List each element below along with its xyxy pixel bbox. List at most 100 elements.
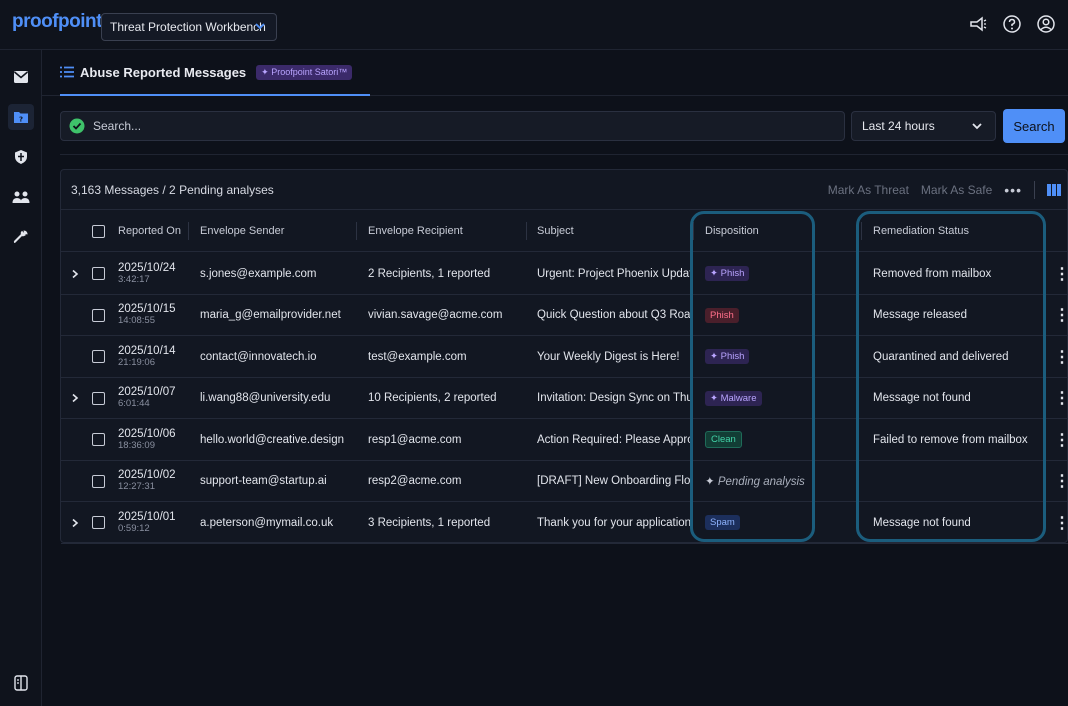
- search-placeholder: Search...: [93, 119, 142, 133]
- chevron-down-icon: [255, 23, 265, 30]
- disposition-cell: Phish: [705, 295, 739, 336]
- table-row[interactable]: 2025/10/24 3:42:17 s.jones@example.com 2 Re…: [61, 253, 1068, 295]
- envelope-recipient: test@example.com: [368, 350, 467, 363]
- workbench-label: Threat Protection Workbench: [110, 20, 266, 34]
- message-count-summary: 3,163 Messages / 2 Pending analyses: [71, 182, 274, 197]
- row-menu-icon[interactable]: ⋮: [1054, 502, 1068, 543]
- table-row[interactable]: 2025/10/14 21:19:06 contact@innovatech.io t…: [61, 336, 1068, 378]
- user-account-icon[interactable]: [1036, 14, 1056, 34]
- table-row[interactable]: 2025/10/15 14:08:55 maria_g@emailprovider.…: [61, 295, 1068, 336]
- reported-on-cell: 2025/10/07 6:01:44: [118, 378, 176, 419]
- more-actions-icon[interactable]: •••: [1004, 182, 1022, 198]
- disposition-badge: ✦ Malware: [705, 390, 762, 406]
- top-bar: proofpoint Threat Protection Workbench: [0, 0, 1068, 50]
- reported-on-cell: 2025/10/14 21:19:06: [118, 336, 176, 377]
- search-button[interactable]: Search: [1003, 109, 1065, 143]
- subject[interactable]: Thank you for your application: [537, 502, 691, 543]
- row-menu-icon[interactable]: ⋮: [1054, 253, 1068, 294]
- table-row[interactable]: 2025/10/02 12:27:31 support-team@startup.a…: [61, 461, 1068, 502]
- row-checkbox[interactable]: [92, 433, 105, 446]
- row-checkbox[interactable]: [92, 350, 105, 363]
- shield-icon[interactable]: [8, 144, 34, 170]
- svg-text:?: ?: [19, 116, 23, 124]
- reported-on-cell: 2025/10/02 12:27:31: [118, 461, 176, 502]
- disposition-cell: ✦ Malware: [705, 378, 762, 419]
- envelope-sender: s.jones@example.com: [200, 267, 317, 280]
- row-checkbox[interactable]: [92, 516, 105, 529]
- reported-date: 2025/10/24: [118, 261, 176, 274]
- table-row[interactable]: 2025/10/07 6:01:44 li.wang88@university.ed…: [61, 378, 1068, 419]
- envelope-recipient: 2 Recipients, 1 reported: [368, 267, 491, 280]
- mail-icon[interactable]: [8, 64, 34, 90]
- subject[interactable]: Quick Question about Q3 Road...: [537, 295, 691, 336]
- reported-date: 2025/10/02: [118, 469, 176, 481]
- envelope-sender: a.peterson@mymail.co.uk: [200, 516, 334, 529]
- mark-as-safe-button[interactable]: Mark As Safe: [921, 183, 992, 197]
- reported-time: 18:36:09: [118, 439, 155, 451]
- mark-as-threat-button[interactable]: Mark As Threat: [828, 183, 909, 197]
- subject[interactable]: Invitation: Design Sync on Thurs...: [537, 378, 691, 419]
- row-checkbox[interactable]: [92, 391, 105, 405]
- envelope-sender: hello.world@creative.design: [200, 433, 344, 446]
- column-envelope-sender[interactable]: Envelope Sender: [200, 210, 284, 252]
- envelope-sender: contact@innovatech.io: [200, 350, 317, 363]
- envelope-recipient: vivian.savage@acme.com: [368, 309, 503, 321]
- reported-time: 3:42:17: [118, 273, 150, 285]
- users-icon[interactable]: [8, 184, 34, 210]
- row-menu-icon[interactable]: ⋮: [1054, 378, 1068, 419]
- chevron-right-icon[interactable]: [70, 269, 80, 279]
- column-reported-on[interactable]: Reported On: [118, 210, 181, 252]
- remediation-status: Message not found: [873, 516, 971, 529]
- wrench-icon[interactable]: [8, 224, 34, 250]
- disposition-cell: ✦ Pending analysis: [705, 461, 805, 502]
- workbench-selector[interactable]: Threat Protection Workbench: [101, 13, 277, 41]
- table-row[interactable]: 2025/10/01 0:59:12 a.peterson@mymail.co.uk…: [61, 502, 1068, 544]
- column-subject[interactable]: Subject: [537, 210, 574, 252]
- chevron-right-icon[interactable]: [70, 393, 80, 403]
- subject[interactable]: [DRAFT] New Onboarding Flow...: [537, 461, 691, 502]
- select-all-checkbox[interactable]: [92, 224, 105, 238]
- column-envelope-recipient[interactable]: Envelope Recipient: [368, 210, 463, 252]
- subject[interactable]: Urgent: Project Phoenix Update: [537, 253, 691, 294]
- row-menu-icon[interactable]: ⋮: [1054, 419, 1068, 460]
- search-input[interactable]: Search...: [60, 111, 845, 141]
- subject[interactable]: Action Required: Please Approv...: [537, 419, 691, 460]
- disposition-badge: Phish: [705, 307, 739, 323]
- columns-icon[interactable]: [1047, 184, 1061, 196]
- subject[interactable]: Your Weekly Digest is Here!: [537, 336, 691, 377]
- reported-time: 12:27:31: [118, 481, 155, 492]
- tab-abuse-reported-messages[interactable]: Abuse Reported Messages ✦ Proofpoint Sat…: [60, 50, 371, 96]
- reported-date: 2025/10/06: [118, 427, 176, 440]
- envelope-recipient: resp2@acme.com: [368, 475, 462, 487]
- envelope-recipient: resp1@acme.com: [368, 433, 462, 446]
- row-menu-icon[interactable]: ⋮: [1054, 295, 1068, 336]
- time-range-select[interactable]: Last 24 hours: [851, 111, 996, 141]
- panel-toggle-icon[interactable]: [8, 670, 34, 696]
- column-disposition[interactable]: Disposition: [705, 210, 759, 252]
- divider: [60, 154, 1068, 155]
- abuse-folder-icon[interactable]: ?: [8, 104, 34, 130]
- envelope-sender: li.wang88@university.edu: [200, 392, 331, 404]
- remediation-status: Failed to remove from mailbox: [873, 433, 1028, 446]
- remediation-status: Removed from mailbox: [873, 267, 992, 280]
- proofpoint-logo[interactable]: proofpoint: [12, 11, 102, 33]
- announcement-icon[interactable]: [968, 14, 988, 34]
- messages-table-panel: 3,163 Messages / 2 Pending analyses Mark…: [60, 169, 1068, 544]
- tab-title: Abuse Reported Messages: [80, 64, 247, 80]
- row-checkbox[interactable]: [92, 308, 105, 322]
- tab-bar: Abuse Reported Messages ✦ Proofpoint Sat…: [42, 50, 1068, 96]
- table-row[interactable]: 2025/10/06 18:36:09 hello.world@creative.d…: [61, 419, 1068, 461]
- remediation-status: Message not found: [873, 392, 971, 404]
- row-menu-icon[interactable]: ⋮: [1054, 461, 1068, 502]
- chevron-right-icon[interactable]: [70, 518, 80, 528]
- row-checkbox[interactable]: [92, 474, 105, 488]
- row-menu-icon[interactable]: ⋮: [1054, 336, 1068, 377]
- disposition-badge: ✦ Phish: [705, 266, 750, 281]
- disposition-badge: Clean: [705, 431, 742, 448]
- disposition-badge: Spam: [705, 515, 740, 530]
- reported-time: 6:01:44: [118, 398, 150, 409]
- column-remediation-status[interactable]: Remediation Status: [873, 210, 969, 252]
- row-checkbox[interactable]: [92, 267, 105, 280]
- reported-date: 2025/10/01: [118, 510, 176, 523]
- help-icon[interactable]: [1002, 14, 1022, 34]
